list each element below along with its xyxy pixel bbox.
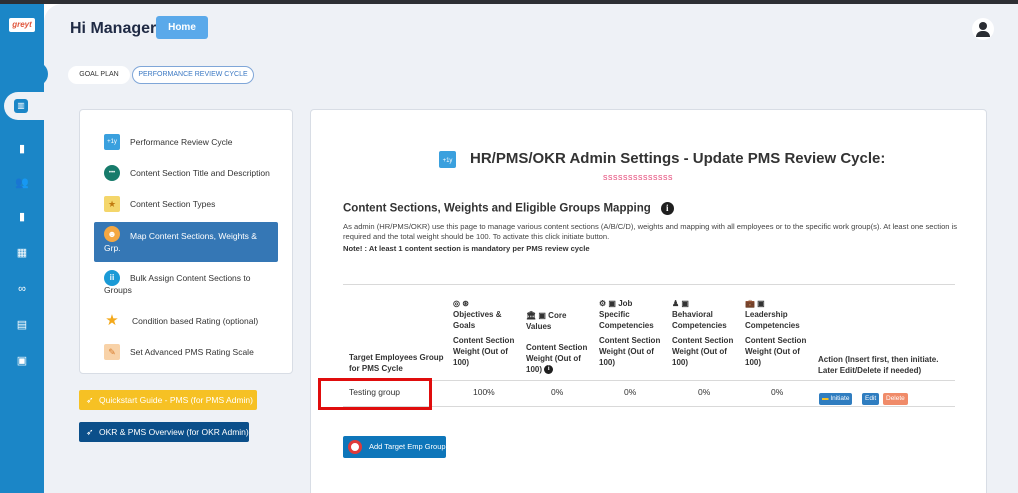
calendar-icon: +1y: [104, 134, 120, 150]
form-icon[interactable]: ▤: [14, 318, 30, 332]
menu-item-map-content-sections[interactable]: ☻ Map Content Sections, Weights & Grp.: [94, 222, 278, 262]
table-cell-weight: 0%: [698, 387, 711, 397]
collapse-sidebar-button[interactable]: ⇥: [44, 62, 48, 86]
section-title: Content Sections, Weights and Eligible G…: [343, 202, 674, 215]
calendar-icon: +1y: [439, 151, 456, 168]
rocket-icon: ➶: [86, 395, 94, 405]
col-core-values: 🏛 ▣ Core Values Content Section Weight (…: [526, 310, 590, 375]
left-rail: greyt ▥ ▮ 👥 ▮ ▦ ∞ ▤ ▣: [0, 4, 44, 493]
quickstart-guide-button[interactable]: ➶ Quickstart Guide - PMS (for PMS Admin): [79, 390, 257, 410]
col-job-specific: ⚙ ▣ Job Specific Competencies Content Se…: [599, 298, 663, 368]
panel-title: HR/PMS/OKR Admin Settings - Update PMS R…: [470, 150, 886, 167]
app-logo[interactable]: greyt: [9, 18, 35, 32]
edit-button[interactable]: Edit: [862, 393, 880, 405]
table-cell-weight: 100%: [473, 387, 495, 397]
col-action: Action (Insert first, then initiate. Lat…: [818, 355, 939, 375]
cycle-name: ssssssssssssss: [603, 172, 673, 182]
leadership-icon: 💼 ▣: [745, 299, 765, 308]
dots-icon: •••: [104, 165, 120, 181]
menu-item-bulk-assign[interactable]: ⅲ Bulk Assign Content Sections to Groups: [94, 270, 278, 298]
divider: [343, 380, 955, 381]
table-cell-weight: 0%: [551, 387, 564, 397]
rocket-icon: ▬: [822, 395, 829, 402]
table-cell-weight: 0%: [771, 387, 784, 397]
delete-button[interactable]: Delete: [883, 393, 908, 405]
tab-goal-plan[interactable]: GOAL PLAN: [68, 66, 130, 84]
okr-overview-button[interactable]: ➶ OKR & PMS Overview (for OKR Admin): [79, 422, 249, 442]
highlight-box: [318, 378, 432, 410]
add-target-group-button[interactable]: Add Target Emp Group: [343, 436, 446, 458]
ruler-icon: ✎: [104, 344, 120, 360]
calendar-icon[interactable]: ▣: [14, 354, 30, 368]
divider: [343, 284, 955, 285]
home-button[interactable]: Home: [156, 16, 208, 39]
info-icon[interactable]: i: [544, 365, 554, 375]
divider: [343, 406, 955, 407]
table-cell-weight: 0%: [624, 387, 637, 397]
behavioral-icon: ♟ ▣: [672, 299, 689, 308]
settings-panel: +1y HR/PMS/OKR Admin Settings - Update P…: [310, 109, 987, 493]
dashboard-icon: ▥: [14, 99, 28, 113]
section-note: Note! : At least 1 content section is ma…: [343, 244, 590, 253]
info-icon[interactable]: i: [660, 202, 674, 215]
star-badge-icon: ★: [104, 196, 120, 212]
core-values-icon: 🏛 ▣ Core Values: [526, 311, 567, 331]
rail-item-dashboard[interactable]: ▥: [4, 92, 44, 120]
col-objectives: ◎ ⊛ Objectives & Goals Content Section W…: [453, 299, 515, 367]
main-area: ⇥ Hi Manager Home GOAL PLAN PERFORMANCE …: [44, 4, 1018, 493]
book-icon[interactable]: ▮: [14, 210, 30, 224]
initiate-button[interactable]: ▬ Initiate: [819, 393, 853, 405]
objectives-icon: ◎ ⊛: [453, 299, 469, 308]
book-icon[interactable]: ▮: [14, 142, 30, 156]
job-specific-icon: ⚙ ▣ Job Specific Competencies: [599, 299, 654, 330]
user-avatar-icon[interactable]: [972, 18, 994, 40]
page-greeting: Hi Manager: [70, 20, 157, 37]
col-behavioral: ♟ ▣ Behavioral Competencies Content Sect…: [672, 298, 736, 368]
rocket-icon: ➶: [86, 427, 94, 437]
handshake-icon[interactable]: ∞: [14, 282, 30, 296]
tab-performance-review-cycle[interactable]: PERFORMANCE REVIEW CYCLE: [132, 66, 254, 84]
section-description: As admin (HR/PMS/OKR) use this page to m…: [343, 222, 958, 241]
people-icon[interactable]: 👥: [14, 176, 30, 190]
target-icon: [348, 440, 362, 454]
chart-icon[interactable]: ▦: [14, 246, 30, 260]
col-target-group: Target Employees Group for PMS Cycle: [349, 353, 444, 373]
settings-menu: +1y Performance Review Cycle ••• Content…: [79, 109, 293, 374]
col-leadership: 💼 ▣ Leadership Competencies Content Sect…: [745, 298, 809, 368]
star-icon: ★: [105, 312, 119, 329]
